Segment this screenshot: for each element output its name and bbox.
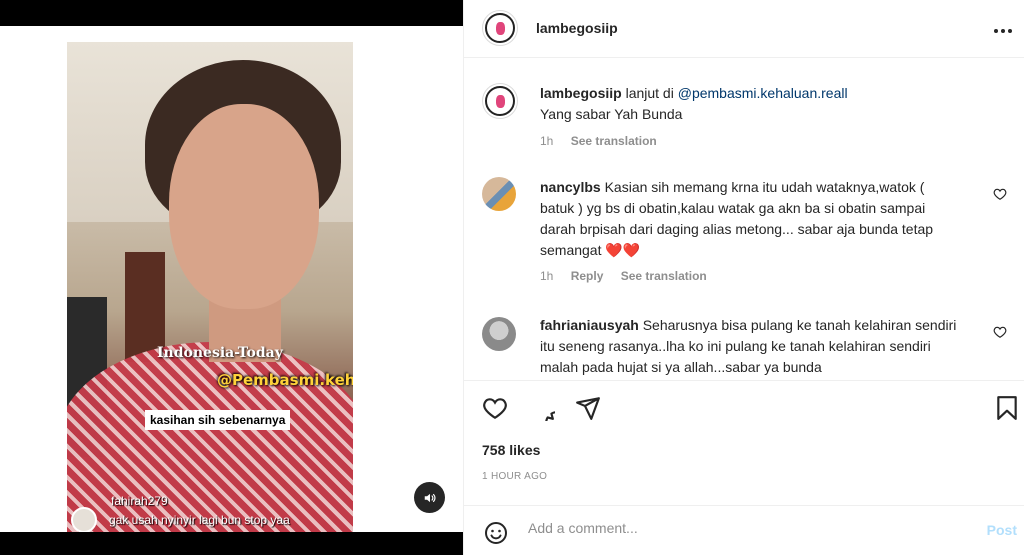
mute-toggle-button[interactable] [414, 482, 445, 513]
caption-time[interactable]: 1h [540, 134, 553, 148]
post-media: Indonesia-Today @Pembasmi.kehaluan.reall… [0, 0, 463, 555]
post-sidebar: lambegosiip lambegosiip lanjut di @pemba… [463, 0, 1024, 555]
lambegosiip-logo [485, 86, 515, 116]
caption-prefix: lanjut di [625, 85, 674, 101]
comment-input[interactable] [528, 520, 948, 536]
comment-composer: Post [464, 505, 1024, 555]
comment-time[interactable]: 1h [540, 269, 553, 283]
caption-author[interactable]: lambegosiip [540, 85, 622, 101]
comment-see-translation[interactable]: See translation [621, 269, 707, 283]
emoji-icon[interactable] [484, 521, 508, 545]
comment-item: fahrianiausyah Seharusnya bisa pulang ke… [482, 315, 1007, 379]
author-avatar[interactable] [482, 10, 518, 46]
caption-text: lambegosiip lanjut di @pembasmi.kehaluan… [540, 83, 1000, 125]
video-person-face [169, 104, 319, 309]
bookmark-save-icon[interactable] [994, 395, 1020, 421]
comment-text: fahrianiausyah Seharusnya bisa pulang ke… [540, 315, 960, 378]
video-watermark: Indonesia-Today [157, 345, 283, 361]
post-timestamp[interactable]: 1 HOUR AGO [482, 471, 547, 482]
comment-like-heart-icon[interactable] [993, 325, 1007, 339]
post-caption: lambegosiip lanjut di @pembasmi.kehaluan… [482, 83, 1007, 153]
caption-author-avatar[interactable] [482, 83, 518, 119]
like-heart-icon[interactable] [482, 395, 508, 421]
comment-avatar[interactable] [482, 317, 516, 351]
speaker-icon [424, 493, 435, 502]
comment-avatar[interactable] [482, 177, 516, 211]
more-options-icon[interactable] [993, 18, 1013, 39]
likes-count[interactable]: 758 likes [482, 442, 540, 458]
caption-see-translation[interactable]: See translation [571, 134, 657, 148]
comment-item: nancylbs Kasian sih memang krna itu udah… [482, 175, 1007, 295]
caption-line2: Yang sabar Yah Bunda [540, 106, 683, 122]
post-comment-button[interactable]: Post [987, 522, 1017, 538]
comment-meta: 1h Reply See translation [540, 269, 721, 283]
video-caption: kasihan sih sebenarnya [145, 410, 291, 430]
video-handle-overlay: @Pembasmi.kehaluan.reall [217, 371, 353, 389]
caption-mention-link[interactable]: @pembasmi.kehaluan.reall [678, 85, 848, 101]
post-actions-bar [464, 380, 1024, 436]
comment-username[interactable]: fahrianiausyah [540, 317, 639, 333]
comment-text: nancylbs Kasian sih memang krna itu udah… [540, 177, 960, 261]
overlay-comment-user: fahirah279 [111, 494, 168, 508]
comment-reply-button[interactable]: Reply [571, 269, 604, 283]
comments-list[interactable]: lambegosiip lanjut di @pembasmi.kehaluan… [464, 59, 1024, 379]
comment-bubble-icon[interactable] [529, 395, 555, 421]
overlay-comment-avatar [71, 507, 97, 532]
post-header: lambegosiip [464, 0, 1024, 58]
comment-username[interactable]: nancylbs [540, 179, 601, 195]
share-send-icon[interactable] [575, 395, 601, 421]
overlay-comment-text: gak usah nyinyir lagi bun stop yaa [109, 513, 290, 527]
header-username[interactable]: lambegosiip [536, 20, 618, 36]
video-player[interactable]: Indonesia-Today @Pembasmi.kehaluan.reall… [67, 42, 353, 532]
caption-meta: 1h See translation [540, 134, 671, 148]
comment-like-heart-icon[interactable] [993, 187, 1007, 201]
lambegosiip-logo [485, 13, 515, 43]
